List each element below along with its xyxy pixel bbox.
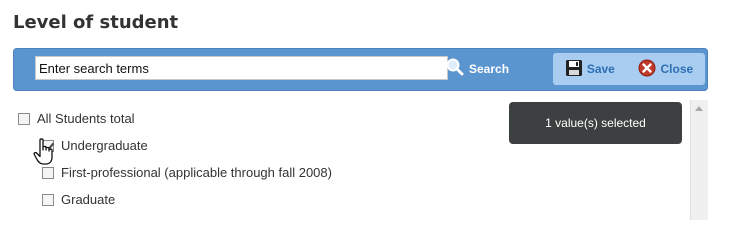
list-item-graduate[interactable]: Graduate — [42, 192, 115, 207]
close-button-label: Close — [660, 62, 694, 76]
scroll-up-arrow-icon[interactable] — [695, 106, 703, 111]
save-button[interactable]: Save — [565, 59, 615, 80]
scrollbar[interactable] — [690, 100, 708, 220]
search-button-label: Search — [469, 62, 510, 76]
list-item-label: Graduate — [61, 192, 116, 207]
search-input[interactable] — [35, 56, 448, 80]
checkbox[interactable] — [18, 112, 30, 125]
save-button-label: Save — [586, 62, 615, 76]
list-item-first-professional[interactable]: First-professional (applicable through f… — [42, 165, 332, 180]
selection-tooltip: 1 value(s) selected — [509, 102, 682, 144]
floppy-disk-icon — [565, 59, 583, 80]
list-item-label: First-professional (applicable through f… — [61, 165, 332, 180]
hand-pointer-icon — [33, 138, 57, 171]
search-toolbar: Search Save Close — [13, 48, 708, 91]
page-title: Level of student — [13, 12, 179, 33]
close-button[interactable]: Close — [638, 59, 693, 80]
magnifier-icon — [445, 57, 465, 82]
list-item-label: Undergraduate — [61, 138, 148, 153]
search-button[interactable]: Search — [445, 58, 509, 80]
close-circle-icon — [638, 59, 656, 80]
list-item-label: All Students total — [37, 111, 135, 126]
list-item-all-students[interactable]: All Students total — [18, 111, 135, 126]
action-group: Save Close — [553, 53, 705, 85]
checkbox[interactable] — [42, 193, 54, 206]
list-item-undergraduate[interactable]: Undergraduate — [42, 138, 148, 153]
